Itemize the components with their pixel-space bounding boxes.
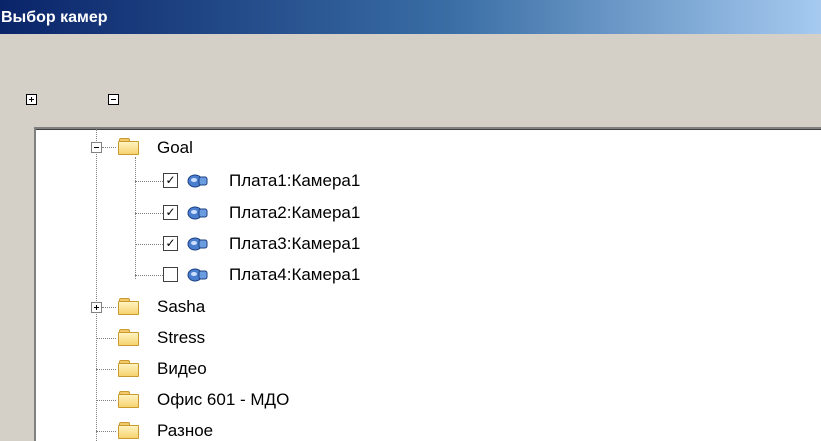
checkbox-camera-2[interactable]: ✓ [163,205,178,220]
tree-line [135,157,136,279]
tree-line [135,213,163,214]
tree-item-camera-3[interactable]: Плата3:Камера1 [229,234,360,254]
folder-icon [118,329,140,347]
camera-icon [187,174,208,188]
tree-item-camera-2[interactable]: Плата2:Камера1 [229,203,360,223]
tree-line [135,275,163,276]
checkbox-camera-4[interactable] [163,267,178,282]
tree-item-sasha[interactable]: Sasha [157,297,205,317]
camera-icon [187,268,208,282]
tree-line [96,369,116,370]
checkbox-camera-3[interactable]: ✓ [163,236,178,251]
folder-icon [118,422,140,440]
tree-item-office[interactable]: Офис 601 - МДО [157,390,289,410]
tree-item-video[interactable]: Видео [157,359,207,379]
camera-tree[interactable]: Goal ✓ Плата1:Камера1 ✓ Плата2:Камера1 ✓… [34,127,821,441]
tree-line [96,431,116,432]
camera-icon [187,237,208,251]
folder-icon [118,298,140,316]
tree-item-camera-1[interactable]: Плата1:Камера1 [229,171,360,191]
tree-item-camera-4[interactable]: Плата4:Камера1 [229,265,360,285]
tree-line [102,307,116,308]
collapse-goal-icon[interactable] [91,142,102,153]
tree-item-misc[interactable]: Разное [157,421,213,441]
tree-line [102,147,116,148]
checkbox-camera-1[interactable]: ✓ [163,173,178,188]
camera-icon [187,206,208,220]
collapse-all-icon[interactable] [108,94,119,105]
tree-item-stress[interactable]: Stress [157,328,205,348]
folder-icon [118,138,140,156]
tree-line [135,244,163,245]
folder-icon [118,360,140,378]
tree-line [135,181,163,182]
window-title: Выбор камер [1,9,108,26]
expand-sasha-icon[interactable] [91,302,102,313]
tree-line [96,338,116,339]
tree-line [96,129,97,441]
tree-item-goal[interactable]: Goal [157,138,193,158]
window-titlebar: Выбор камер [0,0,821,34]
expand-all-icon[interactable] [26,94,37,105]
tree-line [96,400,116,401]
folder-icon [118,391,140,409]
